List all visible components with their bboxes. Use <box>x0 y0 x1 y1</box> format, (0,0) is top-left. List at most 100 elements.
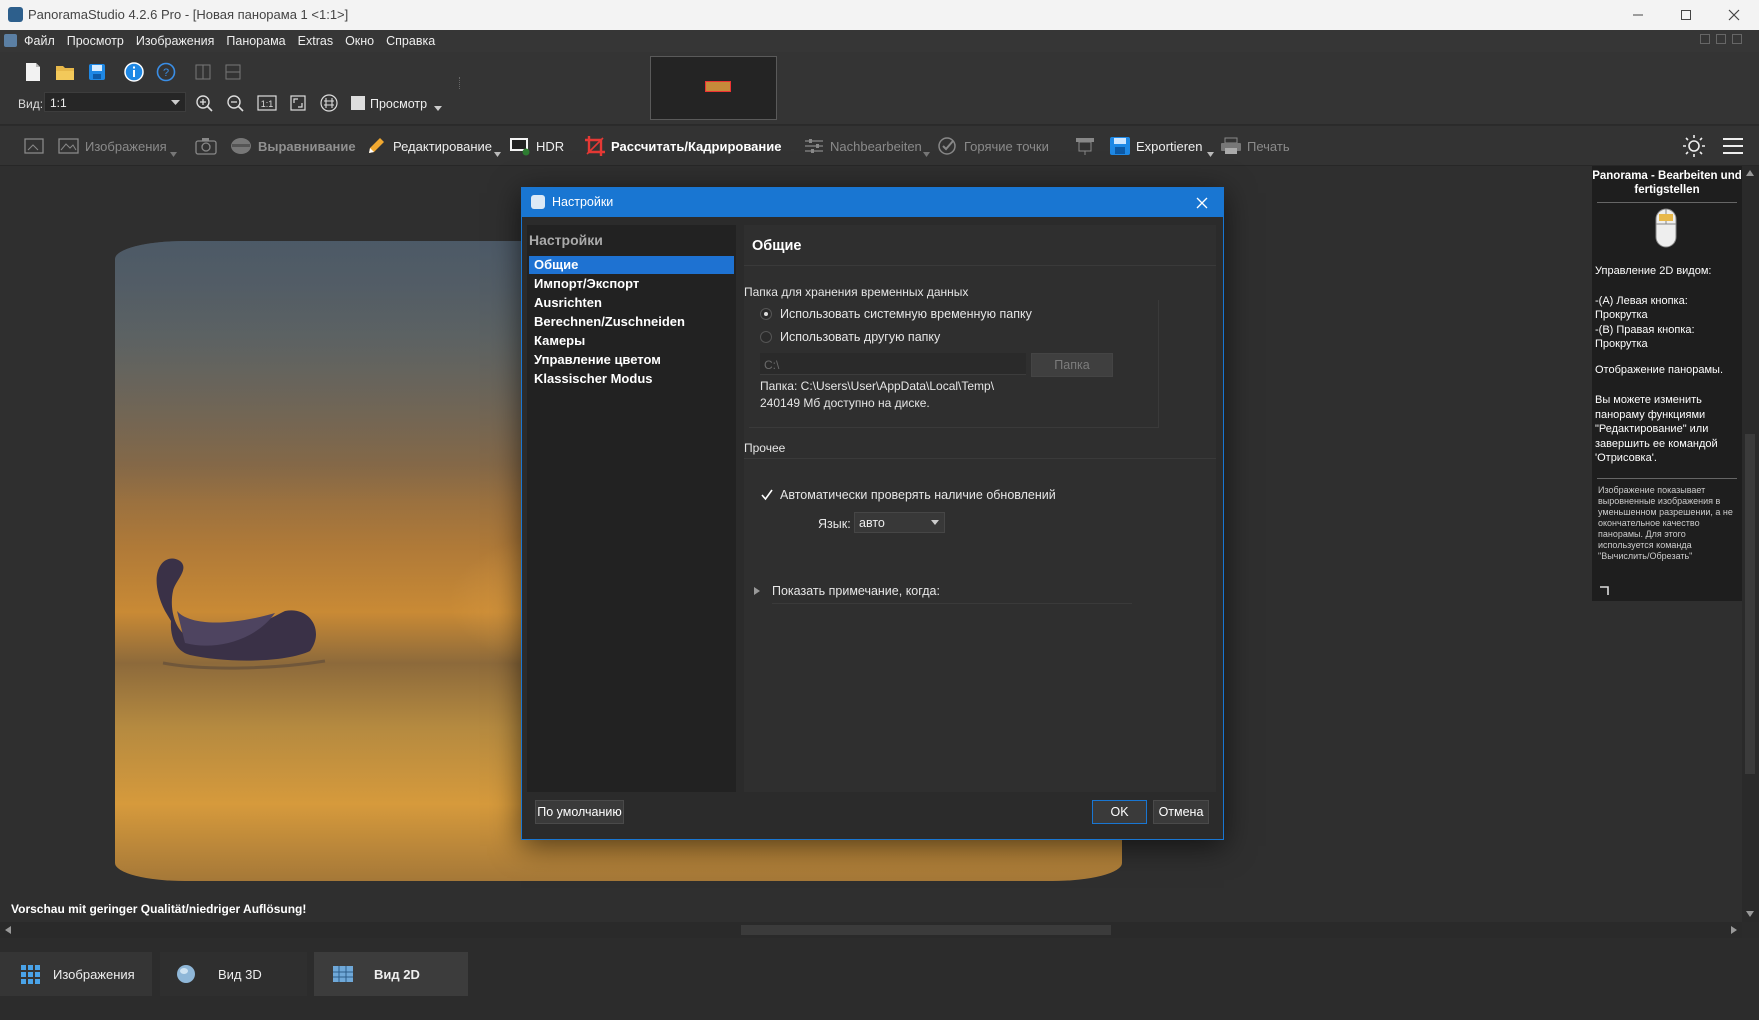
expand-arrow-icon[interactable] <box>754 587 760 595</box>
camera-button[interactable] <box>195 134 217 158</box>
auto-update-checkbox[interactable] <box>761 489 773 501</box>
menu-view[interactable]: Просмотр <box>67 34 124 48</box>
horizontal-scrollbar[interactable] <box>0 922 1742 938</box>
language-select[interactable]: авто <box>854 512 945 533</box>
tab-3d-view[interactable]: Вид 3D <box>160 952 307 996</box>
fit-view-button[interactable] <box>287 92 309 114</box>
print-button[interactable]: Печать <box>1220 134 1290 158</box>
temp-group-label: Папка для хранения временных данных <box>744 285 969 299</box>
mouse-icon <box>1655 208 1677 248</box>
hint-text: Вы можете изменить панораму функциями "Р… <box>1595 394 1718 464</box>
edit-button[interactable]: Редактирование <box>366 134 492 158</box>
export-button[interactable]: Exportieren <box>1109 134 1202 158</box>
info-panel: Panorama - Bearbeiten und fertigstellen … <box>1592 166 1742 601</box>
settings-nav: Настройки Общие Импорт/Экспорт Ausrichte… <box>527 225 736 792</box>
ok-button[interactable]: OK <box>1092 800 1147 824</box>
radio-other-label: Использовать другую папку <box>780 330 941 344</box>
menu-window[interactable]: Окно <box>345 34 374 48</box>
minimize-icon <box>1633 14 1643 16</box>
radio-system-temp[interactable] <box>760 308 772 320</box>
mdi-controls[interactable] <box>1700 34 1750 48</box>
new-button[interactable] <box>22 61 44 83</box>
nav-item-align[interactable]: Ausrichten <box>529 294 734 312</box>
section-title: Общие <box>752 238 802 254</box>
chevron-down-icon <box>1207 152 1214 157</box>
menu-file[interactable]: Файл <box>24 34 55 48</box>
info-button[interactable] <box>123 61 145 83</box>
zoom-out-button[interactable] <box>224 92 246 114</box>
show-note-label[interactable]: Показать примечание, когда: <box>772 584 940 598</box>
menu-help[interactable]: Справка <box>386 34 435 48</box>
nav-item-cameras[interactable]: Камеры <box>529 332 734 350</box>
close-icon <box>1196 197 1208 209</box>
folder-button[interactable]: Папка <box>1031 353 1113 377</box>
close-window-button[interactable] <box>1710 0 1758 30</box>
print-label: Печать <box>1247 138 1290 154</box>
hdr-button[interactable]: HDR <box>509 134 564 158</box>
grid-tiles-icon <box>21 965 40 984</box>
dialog-app-icon <box>531 195 545 209</box>
images-button[interactable]: Изображения <box>58 134 167 158</box>
window-title: PanoramaStudio 4.2.6 Pro - [Новая панора… <box>28 7 349 22</box>
settings-dialog: Настройки Настройки Общие Импорт/Экспорт… <box>521 187 1224 840</box>
control-line-a: -(A) Левая кнопка: Прокрутка <box>1595 295 1688 321</box>
radio-other-folder[interactable] <box>760 331 772 343</box>
chevron-down-icon <box>171 100 180 105</box>
tab-images[interactable]: Изображения <box>0 952 152 996</box>
hdr-label: HDR <box>536 138 565 154</box>
toolbar-grip[interactable] <box>459 77 462 89</box>
preview-checkbox[interactable] <box>351 96 365 110</box>
presentation-icon <box>1076 138 1094 155</box>
window-titlebar: PanoramaStudio 4.2.6 Pro - [Новая панора… <box>0 0 1759 30</box>
align-button[interactable]: Выравнивание <box>229 134 356 158</box>
zoom-in-button[interactable] <box>193 92 215 114</box>
add-images-button[interactable] <box>24 134 46 158</box>
maximize-button[interactable] <box>1662 0 1710 30</box>
path-input[interactable]: C:\ <box>760 353 1026 375</box>
hotspots-button[interactable]: Горячие точки <box>937 134 1049 158</box>
zoom-1-1-button[interactable]: 1:1 <box>256 92 278 114</box>
flat-panorama-icon <box>333 966 353 982</box>
nav-item-classic-mode[interactable]: Klassischer Modus <box>529 370 734 388</box>
path-input-value: C:\ <box>764 358 780 372</box>
tab-2d-view[interactable]: Вид 2D <box>314 952 468 996</box>
radio-system-label: Использовать системную временную папку <box>780 307 1032 321</box>
folder-icon <box>56 66 74 80</box>
menu-images[interactable]: Изображения <box>136 34 215 48</box>
minimize-button[interactable] <box>1614 0 1662 30</box>
nav-item-import-export[interactable]: Импорт/Экспорт <box>529 275 734 293</box>
nav-item-color-management[interactable]: Управление цветом <box>529 351 734 369</box>
view-select[interactable]: 1:1 <box>44 92 186 112</box>
help-icon: ? <box>156 62 176 82</box>
menu-panorama[interactable]: Панорама <box>226 34 285 48</box>
nav-item-general[interactable]: Общие <box>529 256 734 274</box>
menu-extras[interactable]: Extras <box>298 34 333 48</box>
chevron-down-icon <box>170 152 177 157</box>
brightness-button[interactable] <box>1682 134 1706 158</box>
export-save-icon <box>1110 137 1130 155</box>
defaults-button[interactable]: По умолчанию <box>535 800 624 824</box>
vertical-scrollbar[interactable] <box>1742 166 1759 922</box>
presentation-button[interactable] <box>1074 134 1096 158</box>
save-button[interactable] <box>86 61 108 83</box>
add-image-icon <box>24 138 44 154</box>
render-crop-button[interactable]: Рассчитать/Кадрирование <box>584 134 781 158</box>
postprocess-button[interactable]: Nachbearbeiten <box>803 134 922 158</box>
cancel-button[interactable]: Отмена <box>1153 800 1209 824</box>
dialog-close-button[interactable] <box>1192 193 1212 213</box>
grid-button[interactable] <box>318 92 340 114</box>
layout-button-2[interactable] <box>222 61 244 83</box>
svg-text:?: ? <box>163 67 169 79</box>
hamburger-menu-button[interactable] <box>1722 134 1744 158</box>
nav-item-render-crop[interactable]: Berechnen/Zuschneiden <box>529 313 734 331</box>
horizontal-scroll-thumb[interactable] <box>741 925 1111 935</box>
help-button[interactable]: ? <box>155 61 177 83</box>
hotspots-label: Горячие точки <box>964 138 1049 154</box>
globe-icon <box>177 965 195 983</box>
info-icon <box>124 62 144 82</box>
panorama-thumbnail[interactable] <box>650 56 777 120</box>
vertical-scroll-thumb[interactable] <box>1745 434 1755 774</box>
layout-button-1[interactable] <box>192 61 214 83</box>
render-crop-label: Рассчитать/Кадрирование <box>611 138 782 154</box>
open-button[interactable] <box>54 61 76 83</box>
